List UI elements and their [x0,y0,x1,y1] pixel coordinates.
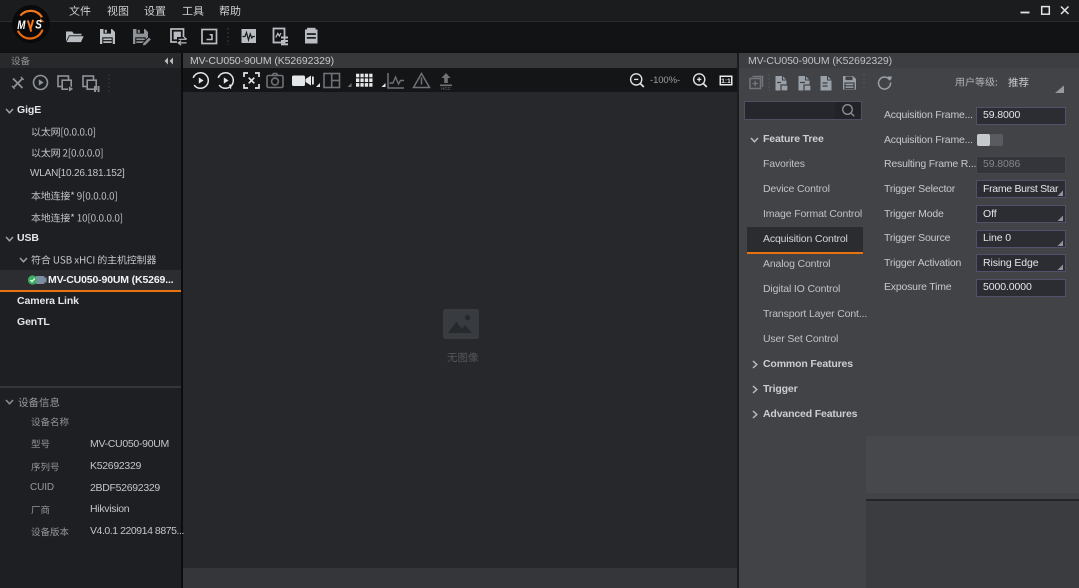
svg-text:M: M [17,19,26,32]
svg-text:1:1: 1:1 [721,78,731,85]
svg-text:HCC: HCC [441,86,451,90]
svg-text:S: S [35,19,42,32]
